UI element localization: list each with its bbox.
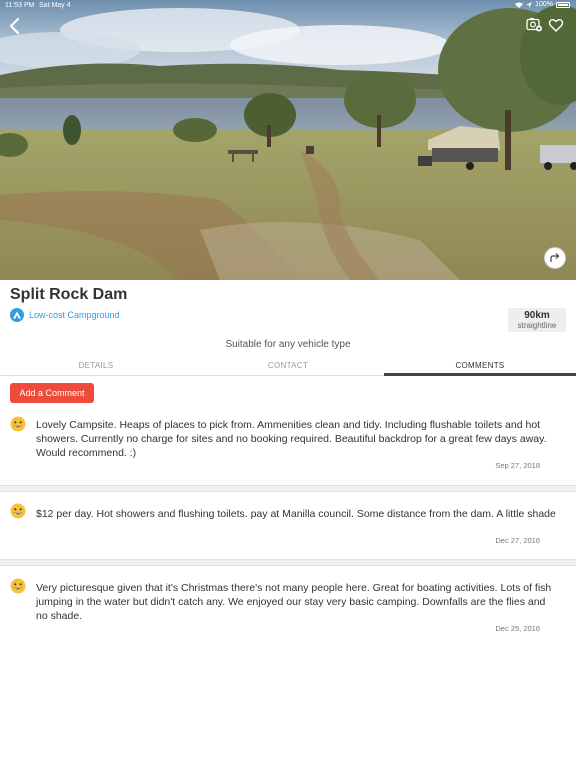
comment-divider	[0, 485, 576, 492]
place-type-label: Low-cost Campground	[29, 310, 120, 320]
battery-icon	[556, 1, 570, 8]
distance-unit: straightline	[517, 321, 557, 330]
comment-date: Sep 27, 2018	[495, 461, 540, 470]
status-indicators: 100%	[515, 1, 570, 8]
page-title: Split Rock Dam	[10, 286, 128, 303]
smiley-icon	[10, 578, 26, 594]
place-type: Low-cost Campground	[10, 308, 120, 322]
share-button[interactable]	[544, 247, 566, 269]
add-comment-button[interactable]: Add a Comment	[10, 383, 94, 403]
comment-text: $12 per day. Hot showers and flushing to…	[36, 508, 556, 520]
tab-comments[interactable]: COMMENTS	[384, 358, 576, 376]
comment-date: Dec 27, 2016	[495, 536, 540, 545]
battery-percent: 100%	[535, 1, 553, 8]
hero-photo	[0, 0, 576, 280]
favorite-button[interactable]	[548, 17, 564, 33]
heart-icon	[548, 19, 564, 32]
comment-date: Dec 25, 2016	[495, 624, 540, 633]
location-icon	[526, 1, 533, 8]
chevron-left-icon	[9, 17, 20, 35]
tab-details[interactable]: DETAILS	[0, 358, 192, 375]
tab-contact[interactable]: CONTACT	[192, 358, 384, 375]
back-button[interactable]	[6, 15, 24, 37]
status-bar: 11:53 PM Sat May 4 100%	[0, 0, 576, 12]
comment-divider	[0, 559, 576, 566]
comment-text: Lovely Campsite. Heaps of places to pick…	[36, 419, 547, 459]
smiley-icon	[10, 416, 26, 432]
smiley-icon	[10, 503, 26, 519]
status-time: 11:53 PM	[5, 2, 35, 9]
distance-value: 90km	[524, 310, 550, 321]
wifi-icon	[515, 2, 524, 8]
add-photo-button[interactable]	[526, 16, 542, 32]
distance-badge: 90km straightline	[508, 308, 566, 332]
status-date: Sat May 4	[39, 2, 71, 9]
tab-bar: DETAILS CONTACT COMMENTS	[0, 358, 576, 376]
campground-icon	[10, 308, 24, 322]
share-icon	[550, 253, 560, 262]
add-photo-icon	[526, 18, 542, 32]
comment-text: Very picturesque given that it's Christm…	[36, 582, 552, 622]
vehicle-suitability: Suitable for any vehicle type	[225, 339, 351, 350]
